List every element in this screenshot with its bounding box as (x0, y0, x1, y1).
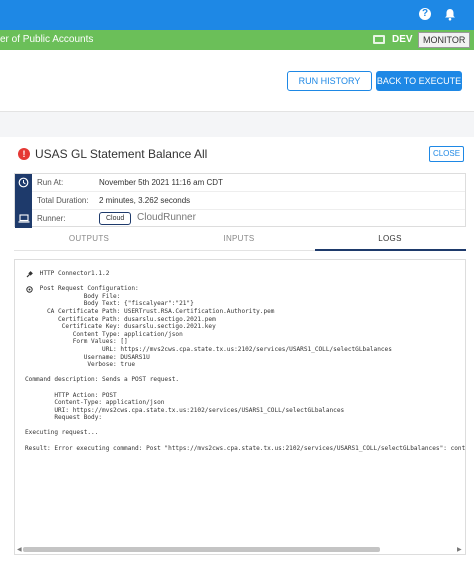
laptop-icon (15, 210, 32, 228)
scrollbar-thumb[interactable] (23, 547, 380, 552)
run-at-value: November 5th 2021 11:16 am CDT (99, 178, 223, 187)
run-history-button[interactable]: RUN HISTORY (287, 71, 372, 91)
error-icon: ! (18, 148, 30, 160)
monitor-button[interactable]: MONITOR (418, 32, 471, 48)
log-output: HTTP Connector1.1.2 Post Request Configu… (25, 270, 466, 452)
execution-title: USAS GL Statement Balance All (35, 147, 208, 161)
info-label: Total Duration: (37, 196, 89, 205)
monitor-icon (373, 35, 385, 44)
environment-label: DEV (392, 34, 413, 45)
runner-type-chip: Cloud (99, 212, 132, 225)
section-divider (0, 112, 474, 137)
info-row-duration: Total Duration: 2 minutes, 3.262 seconds (15, 192, 465, 210)
help-circle-icon[interactable]: ? (419, 8, 433, 22)
back-to-execute-button[interactable]: BACK TO EXECUTE (376, 71, 462, 91)
bell-icon[interactable] (443, 8, 457, 22)
info-label: Run At: (37, 178, 64, 187)
info-row-runner: Runner: Cloud CloudRunner (15, 210, 465, 228)
log-viewer[interactable]: HTTP Connector1.1.2 Post Request Configu… (14, 259, 466, 555)
organization-bar: er of Public Accounts DEV MONITOR (0, 30, 474, 50)
top-app-bar: ? (0, 0, 474, 30)
active-tab-indicator (315, 249, 466, 251)
duration-value: 2 minutes, 3.262 seconds (99, 196, 191, 205)
tab-inputs[interactable]: INPUTS (164, 234, 314, 243)
scroll-right-icon[interactable]: ▶ (457, 546, 462, 553)
runner-name: CloudRunner (137, 212, 196, 223)
info-row-run-at: Run At: November 5th 2021 11:16 am CDT (15, 174, 465, 192)
horizontal-scrollbar[interactable]: ◀ ▶ (17, 545, 463, 553)
info-label: Runner: (37, 214, 66, 223)
execution-info: Run At: November 5th 2021 11:16 am CDT T… (14, 173, 466, 228)
clock-icon (15, 174, 32, 192)
tab-logs[interactable]: LOGS (315, 234, 465, 243)
scroll-left-icon[interactable]: ◀ (17, 546, 22, 553)
close-button[interactable]: CLOSE (429, 146, 464, 162)
execution-tabs: OUTPUTS INPUTS LOGS (14, 228, 466, 251)
organization-name: er of Public Accounts (0, 34, 94, 45)
tab-outputs[interactable]: OUTPUTS (14, 234, 164, 243)
